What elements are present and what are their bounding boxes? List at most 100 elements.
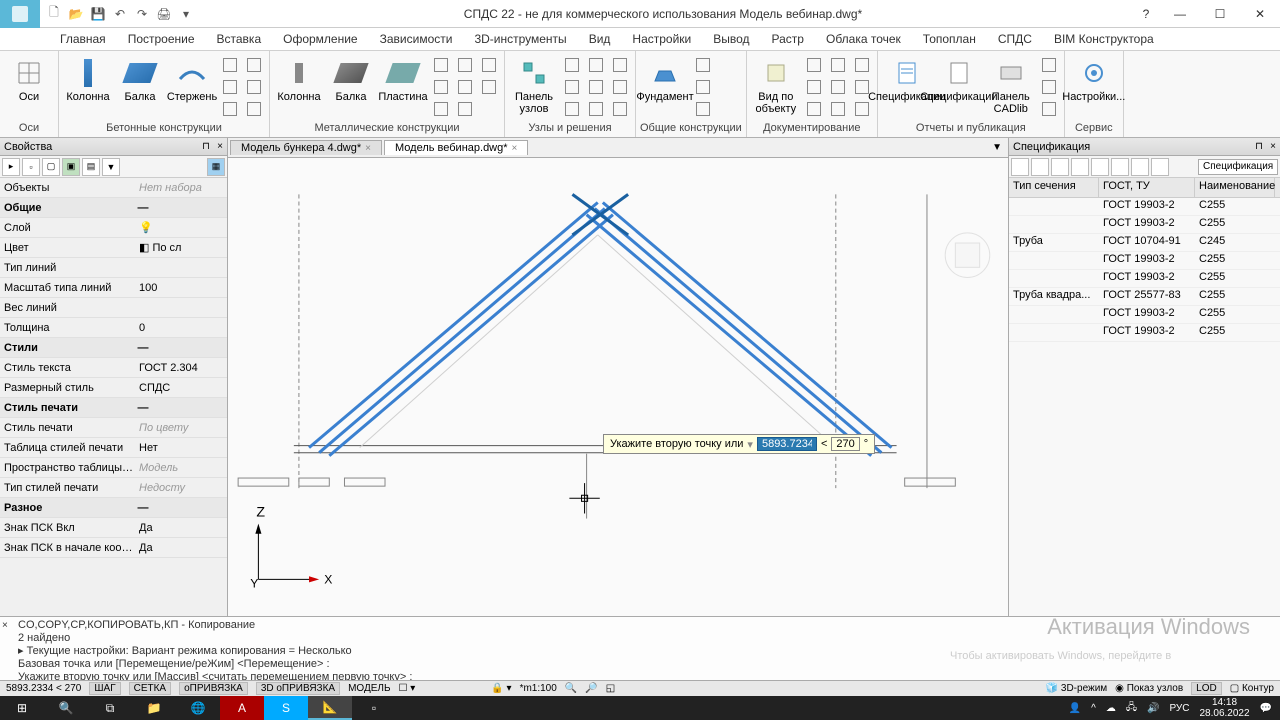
- close-button[interactable]: ✕: [1240, 0, 1280, 28]
- osnap3d-toggle[interactable]: 3D оПРИВЯЗКА: [256, 682, 340, 695]
- small-btn[interactable]: [454, 55, 476, 75]
- menu-constraints[interactable]: Зависимости: [370, 30, 463, 48]
- small-btn[interactable]: [803, 99, 825, 119]
- cad-app-button[interactable]: 📐: [308, 696, 352, 720]
- menu-bim[interactable]: BIM Конструктора: [1044, 30, 1164, 48]
- small-btn[interactable]: [561, 55, 583, 75]
- lod-toggle[interactable]: LOD: [1191, 682, 1222, 695]
- small-btn[interactable]: [692, 99, 714, 119]
- chrome-button[interactable]: 🌐: [176, 696, 220, 720]
- tray-icon[interactable]: 👤: [1069, 703, 1081, 714]
- explorer-button[interactable]: 📁: [132, 696, 176, 720]
- spec-row[interactable]: ТрубаГОСТ 10704-91С245: [1009, 234, 1280, 252]
- small-btn[interactable]: [478, 55, 500, 75]
- small-btn[interactable]: [1038, 55, 1060, 75]
- small-btn[interactable]: [851, 55, 873, 75]
- toolbar-btn[interactable]: ▫: [22, 158, 40, 176]
- menu-home[interactable]: Главная: [50, 30, 116, 48]
- small-btn[interactable]: [243, 99, 265, 119]
- small-btn[interactable]: [430, 77, 452, 97]
- specs2-button[interactable]: Спецификации: [934, 53, 984, 103]
- small-btn[interactable]: [827, 55, 849, 75]
- spec-tb-btn[interactable]: [1111, 158, 1129, 176]
- small-btn[interactable]: [609, 99, 631, 119]
- close-tab-icon[interactable]: ×: [512, 143, 518, 154]
- snap-toggle[interactable]: ШАГ: [89, 682, 120, 695]
- menu-pointcloud[interactable]: Облака точек: [816, 30, 911, 48]
- distance-input[interactable]: [757, 437, 817, 451]
- small-btn[interactable]: [803, 77, 825, 97]
- small-btn[interactable]: [561, 99, 583, 119]
- app-button[interactable]: ▫: [352, 696, 396, 720]
- spec-col-header[interactable]: Тип сечения: [1009, 178, 1099, 197]
- maximize-button[interactable]: ☐: [1200, 0, 1240, 28]
- pin-icon[interactable]: ⊓: [1252, 141, 1266, 152]
- small-btn[interactable]: [1038, 77, 1060, 97]
- dropdown-icon[interactable]: ▾: [178, 6, 194, 22]
- spec-row[interactable]: ГОСТ 19903-2С255: [1009, 324, 1280, 342]
- spec-row[interactable]: ГОСТ 19903-2С255: [1009, 252, 1280, 270]
- spec-row[interactable]: ГОСТ 19903-2С255: [1009, 306, 1280, 324]
- angle-input[interactable]: 270: [831, 437, 859, 451]
- menu-insert[interactable]: Вставка: [207, 30, 272, 48]
- small-btn[interactable]: [219, 55, 241, 75]
- spec-col-header[interactable]: Наименование: [1195, 178, 1275, 197]
- small-btn[interactable]: [219, 77, 241, 97]
- menu-raster[interactable]: Растр: [762, 30, 814, 48]
- pin-icon[interactable]: ⊓: [199, 141, 213, 152]
- menu-build[interactable]: Построение: [118, 30, 205, 48]
- osnap-toggle[interactable]: оПРИВЯЗКА: [179, 682, 248, 695]
- tray-lang[interactable]: РУС: [1169, 703, 1189, 714]
- spec-search-input[interactable]: [1198, 159, 1278, 175]
- minimize-button[interactable]: —: [1160, 0, 1200, 28]
- search-button[interactable]: 🔍: [44, 696, 88, 720]
- help-button[interactable]: ?: [1132, 0, 1160, 28]
- small-btn[interactable]: [585, 99, 607, 119]
- small-btn[interactable]: [692, 55, 714, 75]
- axes-button[interactable]: Оси: [4, 53, 54, 103]
- undo-icon[interactable]: ↶: [112, 6, 128, 22]
- scale-display[interactable]: *m1:100: [520, 683, 557, 694]
- redo-icon[interactable]: ↷: [134, 6, 150, 22]
- model-indicator[interactable]: МОДЕЛЬ: [348, 683, 390, 694]
- small-btn[interactable]: [585, 55, 607, 75]
- tray-up-icon[interactable]: ^: [1091, 703, 1096, 714]
- small-btn[interactable]: [243, 55, 265, 75]
- document-tab[interactable]: Модель бункера 4.dwg*×: [230, 140, 382, 155]
- spec-col-header[interactable]: ГОСТ, ТУ: [1099, 178, 1195, 197]
- view-by-object-button[interactable]: Вид по объекту: [751, 53, 801, 115]
- menu-spds[interactable]: СПДС: [988, 30, 1042, 48]
- document-tab[interactable]: Модель вебинар.dwg*×: [384, 140, 528, 155]
- metal-column-button[interactable]: Колонна: [274, 53, 324, 103]
- toolbar-btn[interactable]: ▣: [62, 158, 80, 176]
- spec-row[interactable]: ГОСТ 19903-2С255: [1009, 270, 1280, 288]
- small-btn[interactable]: [692, 77, 714, 97]
- grid-toggle[interactable]: СЕТКА: [129, 682, 172, 695]
- save-icon[interactable]: 💾: [90, 6, 106, 22]
- menu-3d[interactable]: 3D-инструменты: [464, 30, 576, 48]
- spec-tb-btn[interactable]: [1131, 158, 1149, 176]
- metal-beam-button[interactable]: Балка: [326, 53, 376, 103]
- menu-output[interactable]: Вывод: [703, 30, 759, 48]
- spec-tb-btn[interactable]: [1151, 158, 1169, 176]
- spec-tb-btn[interactable]: [1011, 158, 1029, 176]
- small-btn[interactable]: [609, 55, 631, 75]
- new-icon[interactable]: 🗋: [46, 6, 62, 22]
- menu-format[interactable]: Оформление: [273, 30, 367, 48]
- skype-button[interactable]: S: [264, 696, 308, 720]
- toolbar-btn[interactable]: ▸: [2, 158, 20, 176]
- spec-row[interactable]: ГОСТ 19903-2С255: [1009, 198, 1280, 216]
- taskview-button[interactable]: ⧉: [88, 696, 132, 720]
- notifications-icon[interactable]: 💬: [1260, 703, 1272, 714]
- close-icon[interactable]: ×: [1266, 141, 1280, 152]
- small-btn[interactable]: [454, 77, 476, 97]
- nodes-panel-button[interactable]: Панель узлов: [509, 53, 559, 115]
- open-icon[interactable]: 📂: [68, 6, 84, 22]
- column-button[interactable]: Колонна: [63, 53, 113, 103]
- rebar-button[interactable]: Стержень: [167, 53, 217, 103]
- spec-tb-btn[interactable]: [1071, 158, 1089, 176]
- spec-row[interactable]: Труба квадра...ГОСТ 25577-83С255: [1009, 288, 1280, 306]
- tray-icon[interactable]: ☁: [1106, 703, 1116, 714]
- toolbar-btn[interactable]: ▼: [102, 158, 120, 176]
- spec-row[interactable]: ГОСТ 19903-2С255: [1009, 216, 1280, 234]
